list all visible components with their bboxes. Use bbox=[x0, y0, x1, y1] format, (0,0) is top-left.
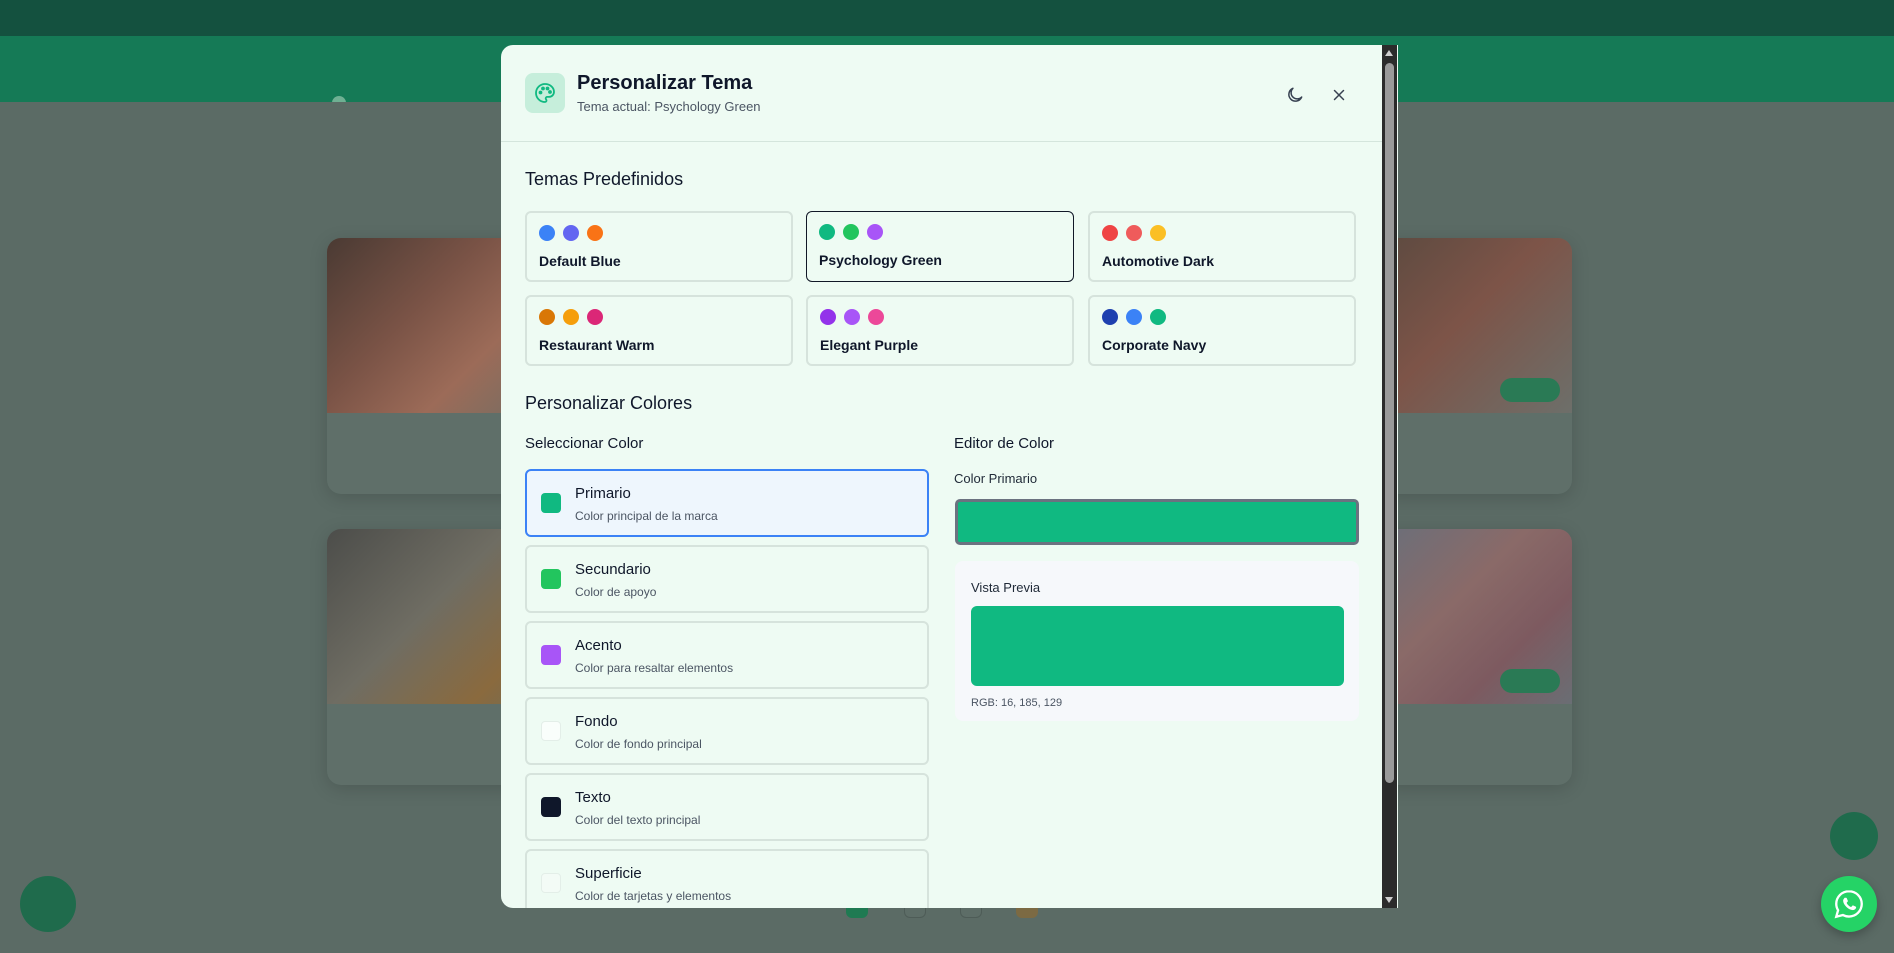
theme-name: Elegant Purple bbox=[820, 337, 919, 353]
scroll-thumb[interactable] bbox=[1385, 63, 1394, 783]
modal-title: Personalizar Tema bbox=[577, 72, 753, 94]
theme-restaurant-warm[interactable]: Restaurant Warm bbox=[525, 295, 793, 366]
color-desc: Color de apoyo bbox=[575, 585, 657, 599]
color-label: Fondo bbox=[575, 713, 618, 730]
color-dot bbox=[844, 309, 860, 325]
color-option-texto[interactable]: Texto Color del texto principal bbox=[525, 773, 929, 841]
theme-automotive-dark[interactable]: Automotive Dark bbox=[1088, 211, 1356, 282]
color-option-fondo[interactable]: Fondo Color de fondo principal bbox=[525, 697, 929, 765]
theme-default-blue[interactable]: Default Blue bbox=[525, 211, 793, 282]
select-color-title: Seleccionar Color bbox=[525, 435, 644, 452]
color-dot bbox=[1102, 225, 1118, 241]
color-dot bbox=[843, 224, 859, 240]
color-dot bbox=[868, 309, 884, 325]
price-badge bbox=[1500, 669, 1560, 693]
scroll-down-arrow-icon[interactable] bbox=[1385, 897, 1393, 903]
color-option-secundario[interactable]: Secundario Color de apoyo bbox=[525, 545, 929, 613]
moon-icon bbox=[1288, 87, 1303, 102]
product-card bbox=[1380, 529, 1572, 785]
color-desc: Color para resaltar elementos bbox=[575, 661, 734, 675]
color-option-acento[interactable]: Acento Color para resaltar elementos bbox=[525, 621, 929, 689]
editor-title: Editor de Color bbox=[954, 435, 1055, 452]
color-desc: Color de tarjetas y elementos bbox=[575, 889, 732, 903]
color-dot bbox=[820, 309, 836, 325]
color-label: Primario bbox=[575, 485, 631, 502]
color-label: Acento bbox=[575, 637, 622, 654]
color-dot bbox=[1102, 309, 1118, 325]
color-label: Superficie bbox=[575, 865, 642, 882]
palette-icon bbox=[525, 73, 565, 113]
color-dot bbox=[587, 309, 603, 325]
top-contact-bar bbox=[0, 0, 1894, 36]
theme-elegant-purple[interactable]: Elegant Purple bbox=[806, 295, 1074, 366]
theme-name: Default Blue bbox=[539, 253, 621, 269]
color-dot bbox=[1126, 309, 1142, 325]
color-dot bbox=[539, 309, 555, 325]
color-desc: Color del texto principal bbox=[575, 813, 701, 827]
scroll-up-arrow-icon[interactable] bbox=[1385, 50, 1393, 56]
theme-color-dots bbox=[539, 225, 603, 241]
color-swatch bbox=[541, 873, 561, 893]
color-option-superficie[interactable]: Superficie Color de tarjetas y elementos bbox=[525, 849, 929, 908]
preview-swatch bbox=[971, 606, 1344, 686]
theme-name: Corporate Navy bbox=[1102, 337, 1207, 353]
presets-title: Temas Predefinidos bbox=[525, 169, 684, 189]
theme-name: Psychology Green bbox=[819, 252, 942, 268]
color-dot bbox=[563, 225, 579, 241]
color-picker-input[interactable] bbox=[955, 499, 1359, 545]
close-button[interactable] bbox=[1326, 82, 1352, 108]
color-swatch bbox=[541, 645, 561, 665]
color-dot bbox=[563, 309, 579, 325]
color-swatch bbox=[541, 797, 561, 817]
color-swatch bbox=[541, 569, 561, 589]
theme-color-dots bbox=[539, 309, 603, 325]
dark-mode-toggle[interactable] bbox=[1282, 82, 1308, 108]
color-dot bbox=[867, 224, 883, 240]
theme-fab-button bbox=[20, 876, 76, 932]
close-icon bbox=[1333, 89, 1345, 101]
preview-label: Vista Previa bbox=[971, 580, 1041, 595]
color-dot bbox=[1126, 225, 1142, 241]
color-dot bbox=[587, 225, 603, 241]
color-option-primario[interactable]: Primario Color principal de la marca bbox=[525, 469, 929, 537]
whatsapp-icon bbox=[1834, 890, 1863, 919]
modal-header: Personalizar Tema Tema actual: Psycholog… bbox=[501, 45, 1382, 142]
preview-panel: Vista Previa RGB: 16, 185, 129 bbox=[955, 561, 1359, 721]
theme-psychology-green[interactable]: Psychology Green bbox=[806, 211, 1074, 282]
theme-color-dots bbox=[1102, 225, 1166, 241]
theme-color-dots bbox=[819, 224, 883, 240]
theme-color-dots bbox=[820, 309, 884, 325]
customize-title: Personalizar Colores bbox=[525, 393, 693, 413]
color-label: Texto bbox=[575, 789, 611, 806]
scroll-top-button bbox=[1830, 812, 1878, 860]
theme-name: Restaurant Warm bbox=[539, 337, 655, 353]
theme-name: Automotive Dark bbox=[1102, 253, 1215, 269]
color-desc: Color principal de la marca bbox=[575, 509, 718, 523]
color-dot bbox=[1150, 225, 1166, 241]
whatsapp-button[interactable] bbox=[1821, 876, 1877, 932]
current-theme-label: Tema actual: Psychology Green bbox=[577, 99, 761, 114]
color-dot bbox=[1150, 309, 1166, 325]
color-field-label: Color Primario bbox=[954, 471, 1038, 486]
rgb-value: RGB: 16, 185, 129 bbox=[971, 697, 1063, 709]
theme-corporate-navy[interactable]: Corporate Navy bbox=[1088, 295, 1356, 366]
theme-color-dots bbox=[1102, 309, 1166, 325]
product-card bbox=[1380, 238, 1572, 494]
theme-modal: Personalizar Tema Tema actual: Psycholog… bbox=[501, 45, 1398, 908]
color-swatch bbox=[541, 721, 561, 741]
color-label: Secundario bbox=[575, 561, 651, 578]
color-desc: Color de fondo principal bbox=[575, 737, 702, 751]
color-dot bbox=[539, 225, 555, 241]
price-badge bbox=[1500, 378, 1560, 402]
color-dot bbox=[819, 224, 835, 240]
color-swatch bbox=[541, 493, 561, 513]
modal-scrollbar[interactable] bbox=[1382, 45, 1397, 908]
